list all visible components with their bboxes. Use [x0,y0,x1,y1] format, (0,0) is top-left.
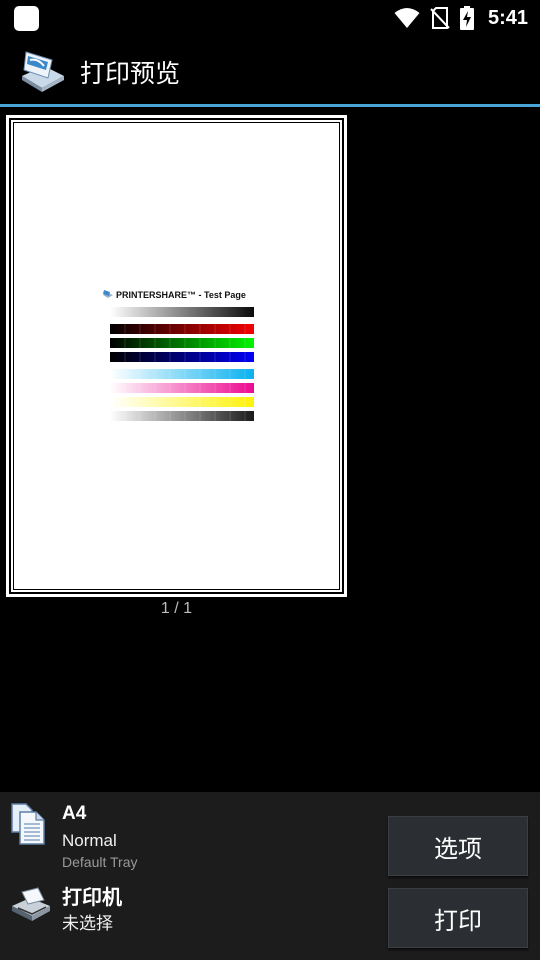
printer-icon[interactable] [10,886,52,922]
print-quality[interactable]: Normal [62,831,117,851]
status-bar: 5:41 [0,0,540,36]
status-time: 5:41 [487,6,528,29]
app-bar-divider [0,104,540,107]
no-sim-icon [430,7,450,29]
paper-settings-icon[interactable] [10,802,52,846]
battery-charging-icon [459,6,474,30]
status-icons: 5:41 [394,4,528,32]
wifi-icon [394,8,420,28]
test-page-content: PRINTERSHARE™ - Test Page [102,287,254,427]
bottom-panel: A4 Normal Default Tray 打印机 未选择 选项 打印 [0,792,540,960]
printershare-logo-icon [22,51,64,92]
notification-app-icon [14,6,39,31]
app-bar: 打印预览 [0,36,540,104]
print-button[interactable]: 打印 [388,888,528,948]
color-test-chart [110,307,254,421]
page-title: 打印预览 [80,59,181,88]
preview-page[interactable]: PRINTERSHARE™ - Test Page [6,115,347,597]
page-counter: 1 / 1 [160,600,193,617]
printer-value[interactable]: 未选择 [62,909,113,934]
paper-size[interactable]: A4 [62,803,86,825]
options-button[interactable]: 选项 [388,816,528,876]
printer-label[interactable]: 打印机 [62,881,122,910]
paper-tray[interactable]: Default Tray [62,854,137,870]
